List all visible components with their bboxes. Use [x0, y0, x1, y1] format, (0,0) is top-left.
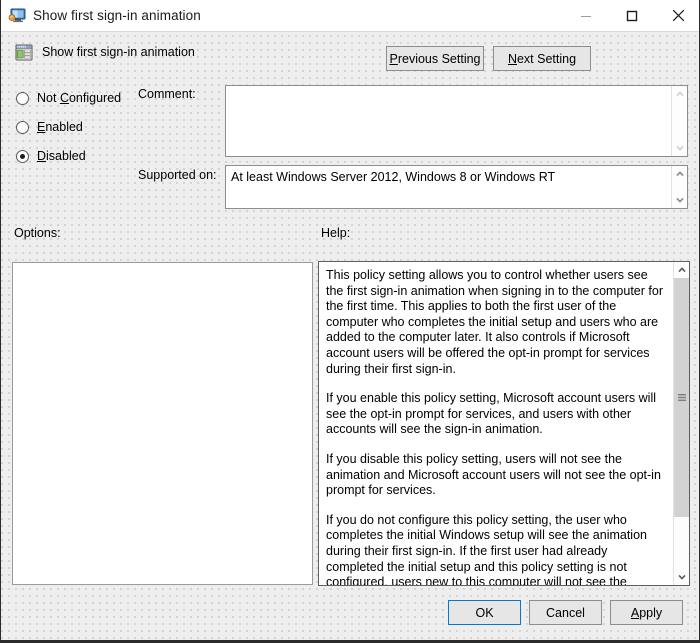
policy-title: Show first sign-in animation	[42, 45, 700, 59]
supported-on-scrollbar[interactable]	[671, 166, 687, 208]
help-panel[interactable]: This policy setting allows you to contro…	[318, 261, 690, 586]
previous-setting-accelerator: P	[389, 52, 397, 66]
supported-scroll-up-icon[interactable]	[672, 166, 687, 182]
help-scroll-up-icon[interactable]	[674, 262, 689, 278]
policy-header: Show first sign-in animation	[1, 32, 700, 72]
scroll-grip-icon	[678, 394, 686, 401]
next-setting-button[interactable]: Next Setting	[493, 46, 591, 71]
radio-disabled-label: Disabled	[37, 149, 86, 163]
previous-setting-button[interactable]: Previous Setting	[386, 46, 484, 71]
next-setting-accelerator: N	[508, 52, 517, 66]
previous-setting-label: revious Setting	[398, 52, 481, 66]
comment-value[interactable]	[226, 86, 671, 156]
help-text: This policy setting allows you to contro…	[319, 262, 673, 585]
supported-on-field[interactable]: At least Windows Server 2012, Windows 8 …	[225, 165, 688, 209]
radio-disabled-accelerator: D	[37, 149, 46, 163]
comment-field[interactable]	[225, 85, 688, 157]
help-scroll-thumb[interactable]	[674, 278, 689, 517]
supported-scroll-track[interactable]	[672, 182, 687, 192]
radio-disabled[interactable]: Disabled	[16, 147, 86, 165]
radio-enabled-label-post: nabled	[45, 120, 83, 134]
maximize-button[interactable]	[609, 0, 655, 31]
radio-disabled-mark	[16, 150, 29, 163]
supported-on-value: At least Windows Server 2012, Windows 8 …	[226, 166, 671, 208]
title-bar: Show first sign-in animation	[1, 0, 700, 32]
radio-enabled[interactable]: Enabled	[16, 118, 83, 136]
radio-not-configured-label-post: onfigured	[69, 91, 121, 105]
options-label: Options:	[14, 226, 61, 240]
policy-setting-icon	[15, 44, 33, 61]
radio-not-configured-label-pre: Not	[37, 91, 60, 105]
comment-scroll-down-icon[interactable]	[672, 140, 687, 156]
radio-not-configured-mark	[16, 92, 29, 105]
radio-disabled-label-post: isabled	[46, 149, 86, 163]
window-title: Show first sign-in animation	[33, 8, 563, 23]
minimize-button[interactable]	[563, 0, 609, 31]
policy-monitor-icon	[8, 8, 26, 24]
policy-setting-dialog: Show first sign-in animation	[0, 0, 700, 643]
comment-scrollbar[interactable]	[671, 86, 687, 156]
apply-label: pply	[639, 606, 662, 620]
next-setting-label: ext Setting	[517, 52, 576, 66]
radio-not-configured-label: Not Configured	[37, 91, 121, 105]
supported-on-label: Supported on:	[138, 168, 217, 182]
help-scroll-down-icon[interactable]	[674, 569, 689, 585]
cancel-button[interactable]: Cancel	[529, 600, 602, 625]
radio-enabled-mark	[16, 121, 29, 134]
ok-button[interactable]: OK	[448, 600, 521, 625]
radio-not-configured[interactable]: Not Configured	[16, 89, 121, 107]
options-panel[interactable]	[12, 262, 313, 585]
help-paragraph: If you do not configure this policy sett…	[326, 513, 664, 585]
comment-scroll-track[interactable]	[672, 102, 687, 140]
help-scrollbar[interactable]	[673, 262, 689, 585]
help-scroll-track[interactable]	[674, 278, 689, 569]
help-label: Help:	[321, 226, 350, 240]
help-paragraph: This policy setting allows you to contro…	[326, 268, 664, 377]
help-paragraph: If you enable this policy setting, Micro…	[326, 391, 664, 438]
comment-scroll-up-icon[interactable]	[672, 86, 687, 102]
close-button[interactable]	[655, 0, 700, 31]
apply-button[interactable]: Apply	[610, 600, 683, 625]
radio-enabled-label: Enabled	[37, 120, 83, 134]
radio-not-configured-accelerator: C	[60, 91, 69, 105]
window-bottom-edge	[1, 640, 700, 642]
comment-label: Comment:	[138, 87, 196, 101]
supported-scroll-down-icon[interactable]	[672, 192, 687, 208]
help-paragraph: If you disable this policy setting, user…	[326, 452, 664, 499]
apply-accelerator: A	[631, 606, 639, 620]
